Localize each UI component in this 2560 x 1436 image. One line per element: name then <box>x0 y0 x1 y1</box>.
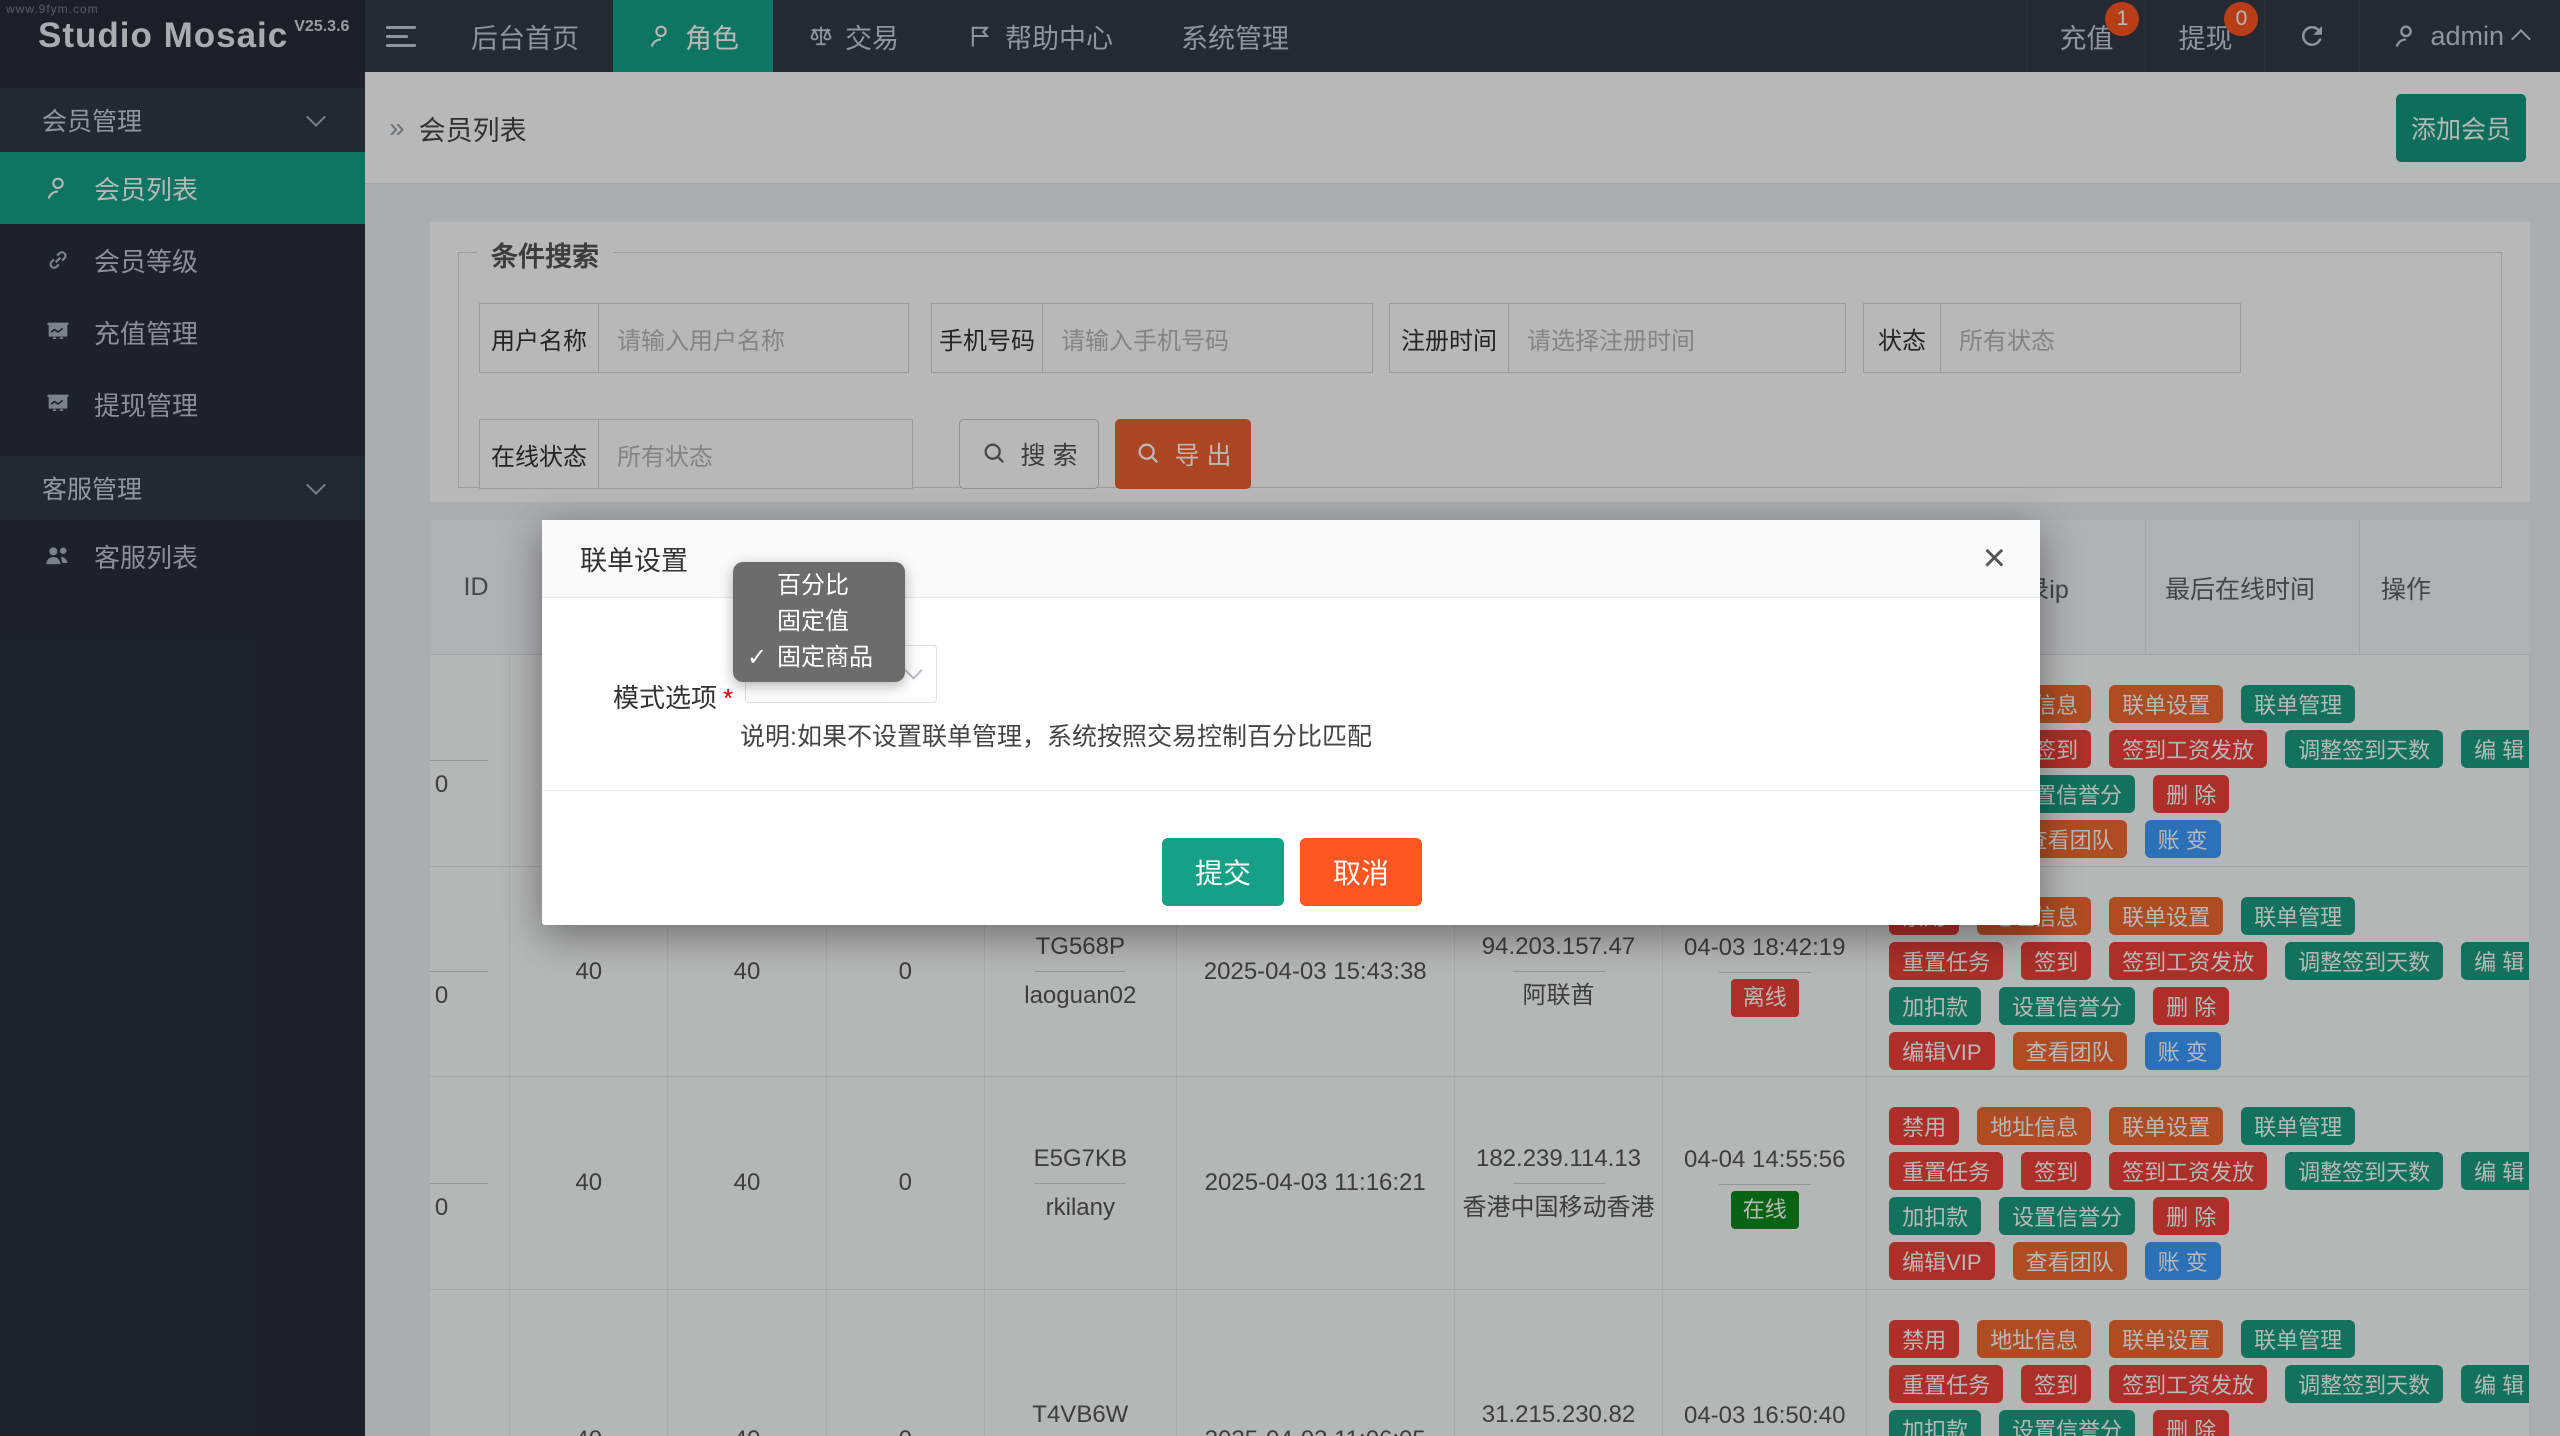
modal-note: 说明:如果不设置联单管理，系统按照交易控制百分比匹配 <box>740 717 1372 753</box>
cancel-button[interactable]: 取消 <box>1300 838 1422 906</box>
mode-option-label: 固定值 <box>777 608 849 635</box>
mode-option-label: 固定商品 <box>777 644 873 671</box>
check-icon: ✓ <box>747 640 767 676</box>
close-icon[interactable]: × <box>1983 536 2006 580</box>
required-mark: * <box>723 683 733 713</box>
chevron-down-icon <box>904 661 922 679</box>
modal-divider <box>542 790 2040 791</box>
app-root: www.9fym.com Studio Mosaic V25.3.6 后台首页角… <box>0 0 2560 1436</box>
mode-option-label-text: 模式选项 <box>613 683 717 713</box>
mode-option-0[interactable]: 百分比 <box>733 568 905 604</box>
mode-option-2[interactable]: ✓ 固定商品 <box>733 640 905 676</box>
mode-option-label: 百分比 <box>777 572 849 599</box>
mode-option-1[interactable]: 固定值 <box>733 604 905 640</box>
modal-title: 联单设置 <box>580 539 688 578</box>
mode-option-label: 模式选项* <box>613 678 733 715</box>
submit-button[interactable]: 提交 <box>1162 838 1284 906</box>
link-order-modal: 联单设置 × 模式选项* 百分比固定值 ✓ 固定商品 说明:如果不设置联单管理，系统… <box>542 520 2040 925</box>
mode-dropdown: 百分比固定值 ✓ 固定商品 <box>733 562 905 682</box>
